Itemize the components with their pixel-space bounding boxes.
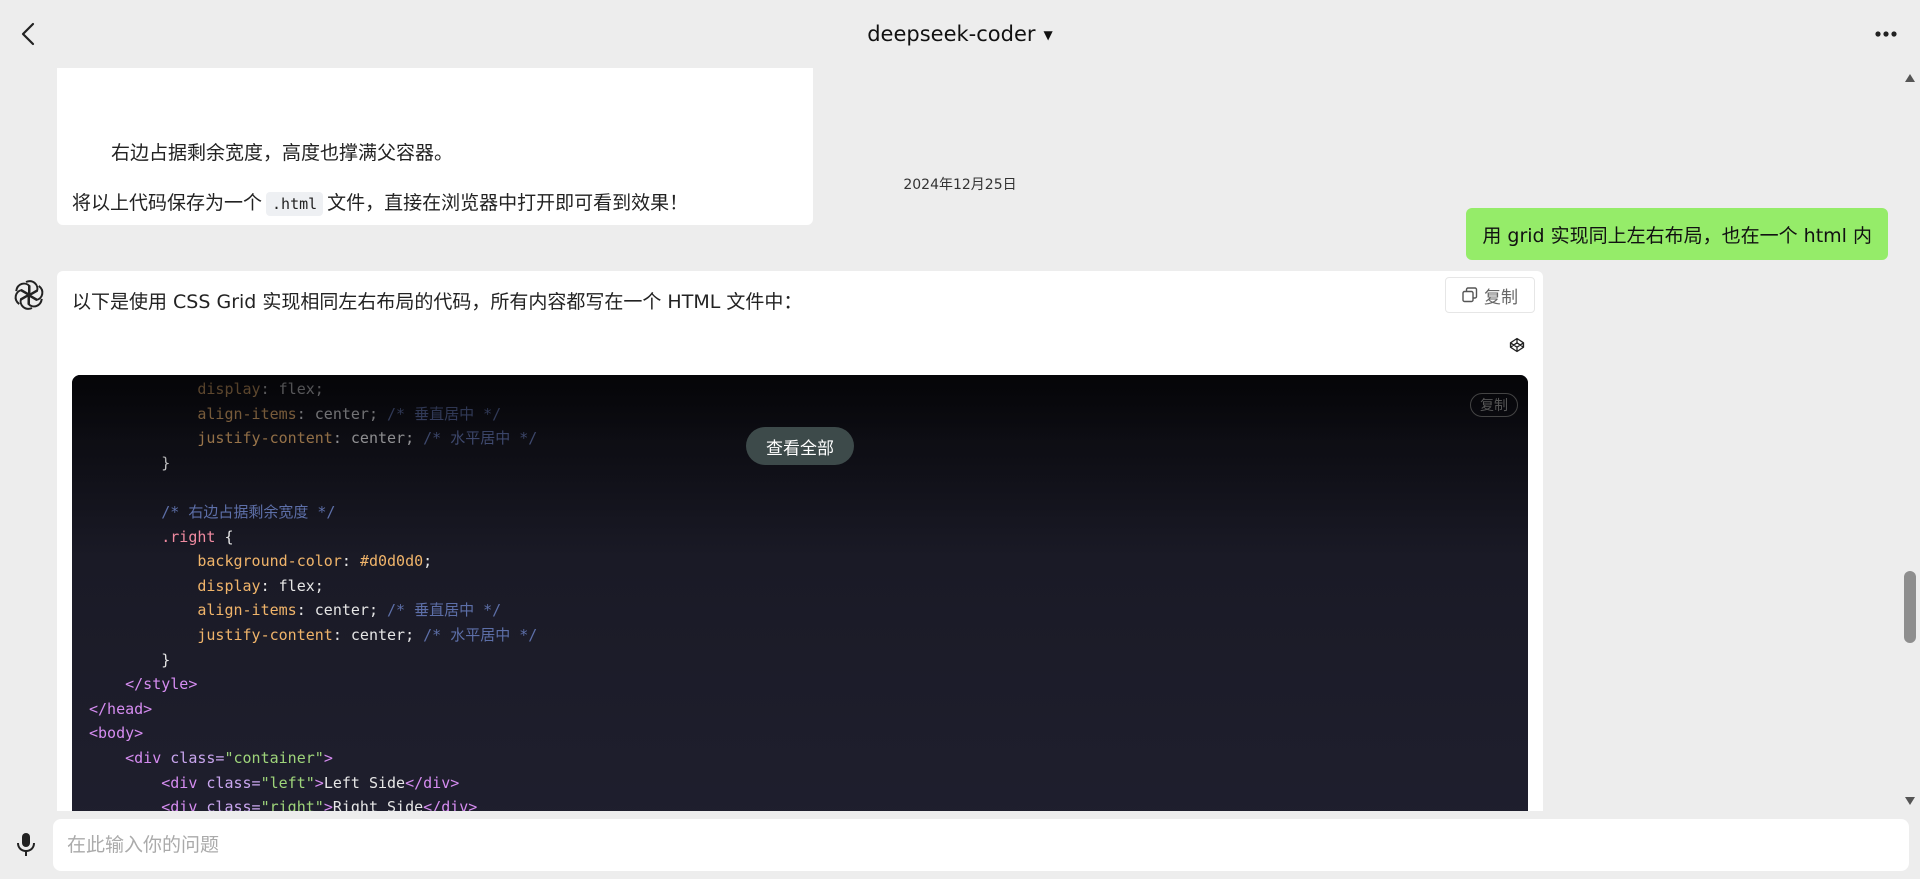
page-title: deepseek-coder xyxy=(867,22,1036,46)
scrollbar[interactable] xyxy=(1900,68,1920,811)
scroll-down-arrow[interactable] xyxy=(1904,795,1916,807)
code-token: display xyxy=(197,380,261,398)
microphone-icon xyxy=(17,833,35,856)
code-token: /* 右边占据剩余宽度 */ xyxy=(161,502,336,521)
question-input[interactable] xyxy=(53,819,1909,871)
message-text: 右边占据剩余宽度，高度也撑满父容器。 xyxy=(111,142,454,164)
caret-down-icon: ▼ xyxy=(1043,28,1053,42)
code-content: display: flex; align-items: center; /* 垂… xyxy=(89,377,537,811)
more-horizontal-icon xyxy=(1875,31,1897,37)
code-token: } xyxy=(161,453,171,472)
copy-icon xyxy=(1462,287,1478,303)
code-token: { xyxy=(215,527,234,546)
code-token: class= xyxy=(206,798,261,811)
code-token: <div xyxy=(161,773,207,792)
date-separator: 2024年12月25日 xyxy=(903,177,1017,193)
code-token: #d0d0d0 xyxy=(359,552,424,571)
code-token: } xyxy=(161,650,171,669)
inline-code: .html xyxy=(266,192,324,216)
triangle-up-icon xyxy=(1905,74,1915,82)
scrollbar-thumb[interactable] xyxy=(1904,571,1916,643)
code-token: "right" xyxy=(260,798,324,811)
code-token: : center; xyxy=(332,429,424,448)
view-all-button[interactable]: 查看全部 xyxy=(746,427,854,465)
chat-area[interactable]: 右边占据剩余宽度，高度也撑满父容器。 将以上代码保存为一个 .html 文件，直接在… xyxy=(0,68,1920,811)
voice-input-button[interactable] xyxy=(14,831,38,859)
code-token: : center; xyxy=(332,625,424,644)
code-token: "container" xyxy=(224,748,324,767)
triangle-down-icon xyxy=(1905,797,1915,805)
code-token: </head> xyxy=(89,699,153,718)
code-token: justify-content xyxy=(197,429,333,448)
copy-code-button[interactable]: 复制 xyxy=(1470,393,1518,417)
code-token: <div xyxy=(161,798,207,811)
code-token: /* 垂直居中 */ xyxy=(387,404,502,423)
code-token: <div xyxy=(125,748,171,767)
code-token: background-color xyxy=(197,552,342,571)
model-selector[interactable]: deepseek-coder ▼ xyxy=(0,22,1920,46)
openai-logo-icon xyxy=(14,280,44,310)
code-token: ; xyxy=(423,552,433,571)
input-bar xyxy=(0,811,1920,879)
code-block[interactable]: display: flex; align-items: center; /* 垂… xyxy=(72,375,1528,811)
code-token: > xyxy=(323,748,333,767)
code-token: : center; xyxy=(296,601,388,620)
code-token: align-items xyxy=(197,601,297,620)
code-token: > xyxy=(314,773,324,792)
header-bar: deepseek-coder ▼ xyxy=(0,0,1920,68)
text-segment: 将以上代码保存为一个 xyxy=(72,192,263,214)
bot-avatar xyxy=(10,276,48,314)
code-token: class= xyxy=(206,773,261,792)
text-segment: 文件，直接在浏览器中打开即可看到效果！ xyxy=(327,192,689,214)
message-text: 以下是使用 CSS Grid 实现相同左右布局的代码，所有内容都写在一个 HTM… xyxy=(72,291,803,313)
code-token: </div> xyxy=(405,773,460,792)
copy-message-button[interactable]: 复制 xyxy=(1445,277,1535,313)
code-token: class= xyxy=(170,748,225,767)
code-token: : xyxy=(341,552,360,571)
code-token: : center; xyxy=(296,404,388,423)
code-token: </div> xyxy=(423,798,478,811)
code-token: justify-content xyxy=(197,625,333,644)
code-token: /* 水平居中 */ xyxy=(423,625,538,644)
copy-label: 复制 xyxy=(1484,287,1518,308)
code-token: </style> xyxy=(125,675,198,694)
user-message: 用 grid 实现同上左右布局，也在一个 html 内 xyxy=(1466,208,1888,260)
bot-message: 以下是使用 CSS Grid 实现相同左右布局的代码，所有内容都写在一个 HTM… xyxy=(57,271,1543,811)
code-token: .right xyxy=(161,527,216,546)
more-button[interactable] xyxy=(1872,24,1900,44)
code-token: Left Side xyxy=(323,773,406,792)
code-token: /* 水平居中 */ xyxy=(423,429,538,448)
code-token: : flex; xyxy=(260,576,324,595)
code-token: /* 垂直居中 */ xyxy=(387,601,502,620)
bot-message-previous: 右边占据剩余宽度，高度也撑满父容器。 将以上代码保存为一个 .html 文件，直接在… xyxy=(57,68,813,225)
code-token: display xyxy=(197,576,261,595)
code-token: "left" xyxy=(260,773,315,792)
code-token: : flex; xyxy=(260,380,324,398)
code-token: > xyxy=(323,798,333,811)
code-token: Right Side xyxy=(332,798,424,811)
scroll-up-arrow[interactable] xyxy=(1904,72,1916,84)
codepen-icon[interactable] xyxy=(1509,337,1525,353)
code-token: align-items xyxy=(197,404,297,423)
code-token: <body> xyxy=(89,724,144,743)
